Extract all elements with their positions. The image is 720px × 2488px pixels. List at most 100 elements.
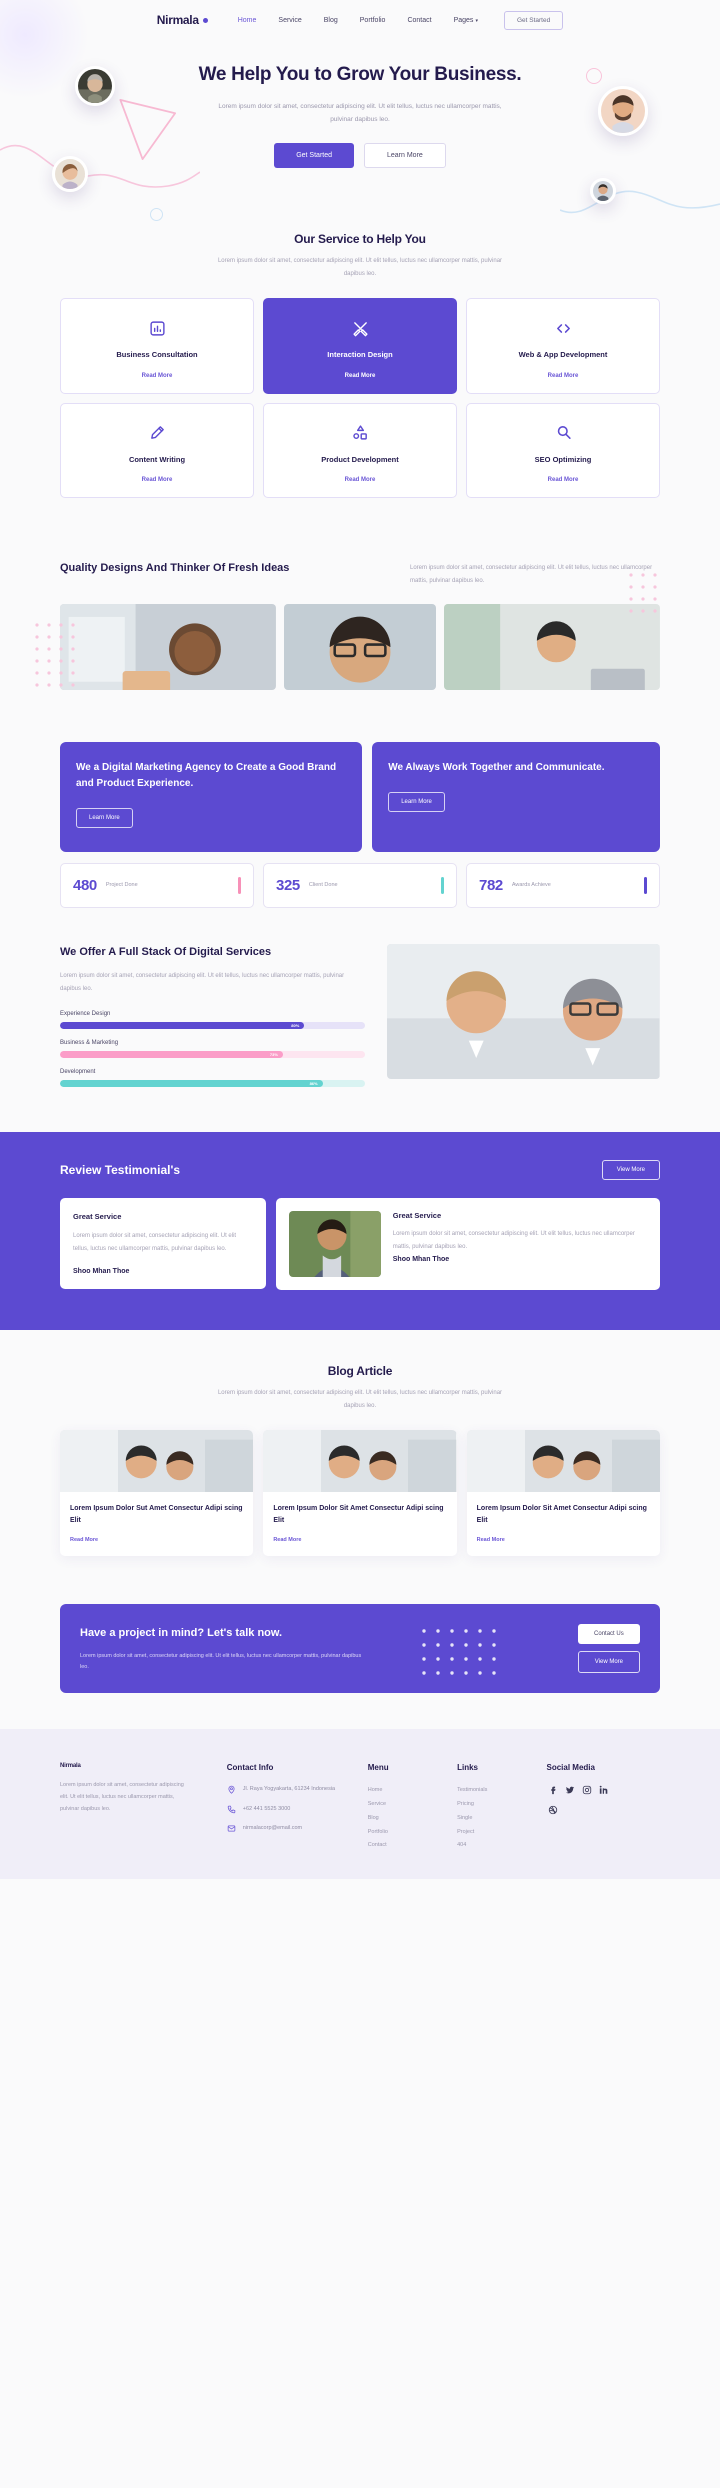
cta-buttons: Contact Us View More [577,1624,640,1674]
service-read-more-link[interactable]: Read More [142,373,173,379]
nav-item-pages[interactable]: Pages ▾ [454,17,478,24]
service-read-more-link[interactable]: Read More [548,373,579,379]
footer-social-column: Social Media [547,1763,661,1853]
service-read-more-link[interactable]: Read More [345,373,376,379]
ring-decoration-blue [150,208,163,221]
service-card-seo-optimizing[interactable]: SEO Optimizing Read More [466,402,660,499]
blog-read-more-link[interactable]: Read More [477,1537,650,1543]
nav-item-pages-label: Pages [453,16,474,24]
services-description: Lorem ipsum dolor sit amet, consectetur … [217,257,503,277]
footer-phone-text[interactable]: +62 441 5525 3000 [243,1804,291,1814]
stat-awards-achieve: 782 Awards Achieve [466,862,660,908]
shapes-icon [352,422,369,444]
stats-row: 480 Project Done 325 Client Done 782 Awa… [60,862,660,908]
cta-contact-us-button[interactable]: Contact Us [577,1624,640,1645]
promo-grid: We a Digital Marketing Agency to Create … [60,741,660,852]
testimonial-text: Lorem ipsum dolor sit amet, consectetur … [392,1231,635,1250]
promo-card-work-together: We Always Work Together and Communicate.… [372,741,660,852]
nav-item-portfolio[interactable]: Portfolio [360,17,386,24]
promo-title: We Always Work Together and Communicate. [388,761,605,773]
dot-pattern-right [629,573,657,613]
blog-header: Blog Article Lorem ipsum dolor sit amet,… [60,1364,660,1412]
blog-post-card[interactable]: Lorem Ipsum Dolor Sit Amet Consectur Adi… [466,1430,660,1557]
cta-view-more-button[interactable]: View More [577,1651,640,1674]
service-read-more-link[interactable]: Read More [345,477,376,483]
brand-name: Nirmala [156,13,199,27]
footer-link-404[interactable]: 404 [457,1839,534,1853]
service-card-product-development[interactable]: Product Development Read More [263,402,457,499]
nav-item-home[interactable]: Home [238,17,257,24]
progress-track: 73% [60,1051,366,1059]
progress-fill: 80% [60,1022,305,1030]
nav-item-blog[interactable]: Blog [324,17,338,24]
footer-link-single[interactable]: Single [457,1812,534,1826]
footer-brand[interactable]: Nirmala [60,1763,215,1769]
footer-menu-item-portfolio[interactable]: Portfolio [368,1826,445,1840]
dribbble-icon[interactable] [547,1804,559,1816]
footer-email-text[interactable]: nirmalacorp@email.com [243,1823,302,1833]
testimonials-header: Review Testimonial's View More [60,1160,660,1181]
facebook-icon[interactable] [547,1784,559,1796]
testimonial-author: Shoo Mhan Thoe [73,1268,130,1276]
hero-get-started-button[interactable]: Get Started [274,142,354,168]
hero-learn-more-button[interactable]: Learn More [364,142,446,168]
promo-title: We a Digital Marketing Agency to Create … [76,761,337,789]
brand-logo[interactable]: Nirmala [157,13,208,27]
stat-label: Client Done [308,881,338,888]
stat-number: 782 [479,876,503,894]
blog-read-more-link[interactable]: Read More [70,1537,243,1543]
promo-learn-more-button[interactable]: Learn More [76,807,133,828]
pen-ruler-icon [352,317,369,339]
linkedin-icon[interactable] [598,1784,610,1796]
testimonials-view-more-button[interactable]: View More [601,1160,660,1181]
footer-link-project[interactable]: Project [457,1826,534,1840]
blog-read-more-link[interactable]: Read More [273,1537,446,1543]
testimonial-author: Shoo Mhan Thoe [392,1256,450,1264]
footer-menu-title: Menu [367,1763,389,1773]
service-card-interaction-design[interactable]: Interaction Design Read More [263,298,457,394]
service-card-content-writing[interactable]: Content Writing Read More [60,402,254,499]
footer-menu-item-home[interactable]: Home [368,1784,445,1798]
services-section: Our Service to Help You Lorem ipsum dolo… [0,214,720,534]
service-card-business-consultation[interactable]: Business Consultation Read More [60,298,254,394]
service-title: Web & App Development [518,350,608,360]
chart-bar-icon [149,317,166,339]
cta-title: Have a project in mind? Let's talk now. [80,1626,283,1639]
footer-menu-item-service[interactable]: Service [368,1798,445,1812]
instagram-icon[interactable] [581,1784,593,1796]
blog-post-card[interactable]: Lorem Ipsum Dolor Sut Amet Consectur Adi… [60,1430,254,1557]
service-read-more-link[interactable]: Read More [142,477,173,483]
blog-title: Blog Article [327,1364,393,1379]
blog-post-body: Lorem Ipsum Dolor Sut Amet Consectur Adi… [60,1492,253,1556]
footer-link-pricing[interactable]: Pricing [457,1798,534,1812]
blog-section: Blog Article Lorem ipsum dolor sit amet,… [0,1330,720,1586]
footer-menu-item-contact[interactable]: Contact [368,1839,445,1853]
nav-item-service[interactable]: Service [278,17,301,24]
page-root: Nirmala Home Service Blog Portfolio Cont… [0,0,720,1880]
chevron-down-icon: ▾ [475,17,478,24]
blog-post-card[interactable]: Lorem Ipsum Dolor Sit Amet Consectur Adi… [263,1430,457,1557]
quality-gallery [60,603,660,690]
footer-social-icons [547,1784,661,1796]
stat-label: Project Done [105,881,138,888]
quality-title: Quality Designs And Thinker Of Fresh Ide… [60,562,290,575]
promo-learn-more-button[interactable]: Learn More [388,791,445,812]
service-title: Product Development [321,454,399,464]
blog-photo-2 [263,1430,457,1493]
nav-item-contact[interactable]: Contact [407,17,431,24]
footer-menu-item-blog[interactable]: Blog [368,1812,445,1826]
service-title: SEO Optimizing [534,454,592,464]
service-card-web-app-development[interactable]: Web & App Development Read More [466,298,660,394]
skills-image [387,943,660,1079]
footer: Nirmala Lorem ipsum dolor sit amet, cons… [0,1729,720,1880]
footer-about-text: Lorem ipsum dolor sit amet, consectetur … [60,1782,184,1813]
twitter-icon[interactable] [564,1784,576,1796]
footer-link-testimonials[interactable]: Testimonials [457,1784,534,1798]
service-read-more-link[interactable]: Read More [548,477,579,483]
hero-buttons: Get Started Learn More [0,142,720,168]
code-brackets-icon [555,317,572,339]
blog-post-title: Lorem Ipsum Dolor Sut Amet Consectur Adi… [70,1505,243,1525]
gallery-image-1 [60,603,276,690]
nav-get-started-button[interactable]: Get Started [503,10,564,30]
stat-accent-bar [441,876,444,894]
